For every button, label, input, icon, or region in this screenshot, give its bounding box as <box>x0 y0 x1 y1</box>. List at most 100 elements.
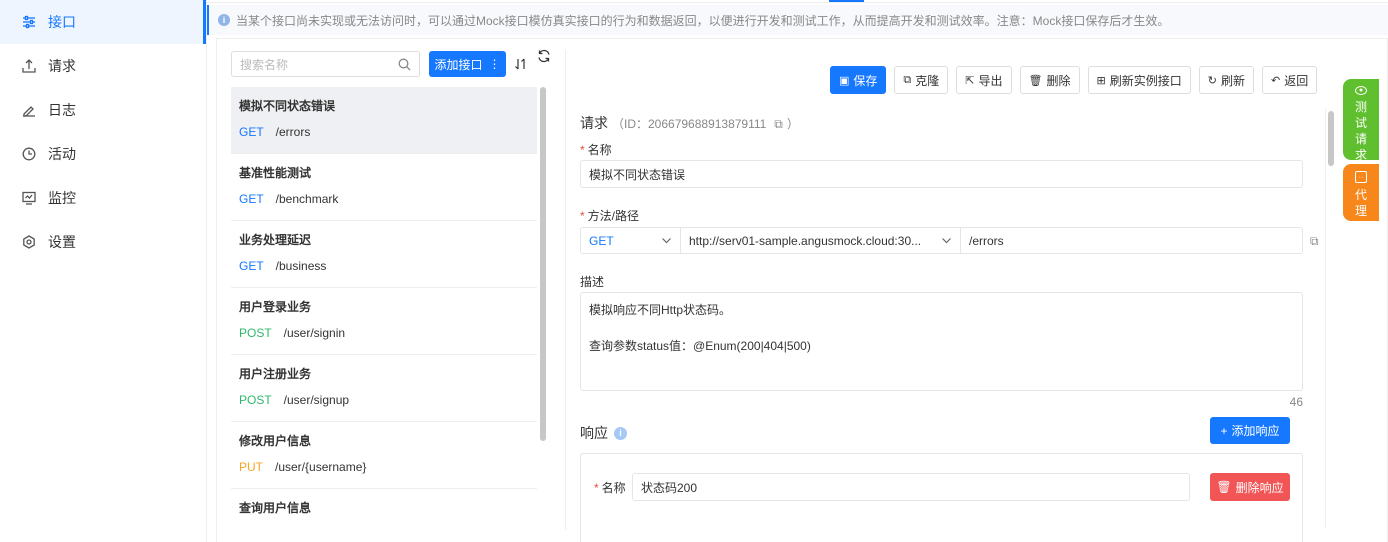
description-label: 描述 <box>580 273 604 290</box>
export-button[interactable]: ⇱ 导出 <box>956 66 1012 94</box>
sidebar-item-settings[interactable]: 设置 <box>0 220 206 264</box>
copy-icon[interactable]: ⧉ <box>774 117 783 131</box>
server-value: http://serv01-sample.angusmock.cloud:30.… <box>689 233 922 248</box>
notice-banner: i 当某个接口尚未实现或无法访问时，可以通过Mock接口模仿真实接口的行为和数据… <box>207 5 1388 35</box>
refresh-instance-button[interactable]: ⊞ 刷新实例接口 <box>1087 66 1191 94</box>
sliders-icon <box>22 15 36 29</box>
request-id-close: ） <box>786 117 799 131</box>
sort-icon[interactable] <box>514 57 528 71</box>
server-select[interactable]: http://serv01-sample.angusmock.cloud:30.… <box>681 228 961 253</box>
list-item[interactable]: 修改用户信息 PUT/user/{username} <box>231 422 537 489</box>
api-path: /business <box>275 259 327 273</box>
api-method: GET <box>239 125 264 139</box>
tab-char: 理 <box>1354 204 1367 218</box>
add-api-button[interactable]: 添加接口 ⋮ <box>429 51 506 77</box>
target-icon: ● <box>1355 86 1367 95</box>
save-button[interactable]: ▣ 保存 <box>830 66 887 94</box>
proxy-icon: ·· <box>1355 171 1367 183</box>
upload-icon <box>22 59 36 73</box>
tab-char: 请 <box>1354 132 1367 146</box>
list-item[interactable]: 模拟不同状态错误 GET/errors <box>231 87 537 154</box>
method-value: GET <box>589 233 614 248</box>
path-value: /errors <box>969 233 1004 248</box>
chevron-down-icon <box>941 235 952 246</box>
sidebar-item-log[interactable]: 日志 <box>0 88 206 132</box>
api-name: 模拟不同状态错误 <box>239 99 336 113</box>
add-api-label: 添加接口 <box>434 57 483 72</box>
api-path: /user/{username} <box>275 460 367 474</box>
sidebar-item-api[interactable]: 接口 <box>0 0 206 44</box>
trash-icon: 🗑 <box>1216 480 1232 494</box>
description-line: 查询参数status值：@Enum(200|404|500) <box>589 339 811 353</box>
refresh-list-icon[interactable] <box>537 49 551 63</box>
delete-response-button[interactable]: 🗑 删除响应 <box>1210 473 1290 501</box>
pen-icon <box>22 103 36 117</box>
response-title-text: 响应 <box>580 425 608 441</box>
list-item[interactable]: 基准性能测试 GET/benchmark <box>231 154 537 221</box>
plus-icon: + <box>1220 423 1228 438</box>
api-name: 基准性能测试 <box>239 166 312 180</box>
tab-char: 试 <box>1354 116 1367 130</box>
description-line <box>589 319 1294 337</box>
response-name-input[interactable]: 状态码200 <box>632 473 1190 501</box>
info-icon: i <box>218 14 230 26</box>
api-list: 模拟不同状态错误 GET/errors 基准性能测试 GET/benchmark… <box>231 87 537 527</box>
clone-button[interactable]: ⧉ 克隆 <box>894 66 949 94</box>
method-path-label: * 方法/路径 <box>580 209 640 223</box>
form-scroll-track <box>1325 108 1337 528</box>
copy-url-icon[interactable]: ⧉ <box>1310 234 1319 249</box>
tab-char: 测 <box>1354 100 1367 114</box>
form-scrollbar[interactable] <box>1328 111 1334 166</box>
api-name: 用户登录业务 <box>239 300 312 314</box>
name-label-text: 名称 <box>587 143 612 157</box>
toolbar: ▣ 保存 ⧉ 克隆 ⇱ 导出 🗑 删除 ⊞ 刷新实例接口 ↻ 刷新 ↶ 返回 <box>830 66 1318 94</box>
api-method: POST <box>239 393 272 407</box>
proxy-tab[interactable]: ·· 代 理 <box>1343 164 1379 221</box>
name-label: * 名称 <box>580 143 612 157</box>
tab-char: 代 <box>1354 188 1367 202</box>
back-button[interactable]: ↶ 返回 <box>1261 66 1318 94</box>
clock-icon <box>22 147 36 161</box>
api-path: /benchmark <box>275 192 339 206</box>
list-item[interactable]: 用户注册业务 POST/user/signup <box>231 355 537 422</box>
sidebar-item-label: 接口 <box>48 14 76 30</box>
api-method: GET <box>239 259 264 273</box>
tab-char: 求 <box>1354 148 1367 162</box>
sidebar-item-activity[interactable]: 活动 <box>0 132 206 176</box>
api-path: /user/signup <box>283 393 350 407</box>
clone-icon: ⧉ <box>903 73 912 86</box>
search-placeholder: 搜索名称 <box>240 57 289 72</box>
info-icon[interactable]: i <box>614 426 627 440</box>
search-icon <box>398 58 411 71</box>
sidebar-item-request[interactable]: 请求 <box>0 44 206 88</box>
char-counter: 46 <box>1289 395 1303 409</box>
name-input[interactable]: 模拟不同状态错误 <box>580 160 1303 188</box>
response-title: 响应 i <box>580 423 627 443</box>
top-divider <box>207 2 1388 3</box>
method-select[interactable]: GET <box>581 228 681 253</box>
path-input[interactable]: /errors <box>961 234 1012 248</box>
request-title: 请求 （ID：206679688913879111 ⧉） <box>580 113 799 133</box>
api-method: GET <box>239 192 264 206</box>
list-item[interactable]: 查询用户信息 <box>231 489 537 527</box>
sidebar-item-label: 请求 <box>48 58 76 74</box>
notice-text: 当某个接口尚未实现或无法访问时，可以通过Mock接口模仿真实接口的行为和数据返回… <box>236 13 1170 28</box>
add-response-button[interactable]: + 添加响应 <box>1210 417 1290 444</box>
test-request-tab[interactable]: ● 测 试 请 求 <box>1343 79 1379 162</box>
export-label: 导出 <box>978 73 1003 88</box>
search-input[interactable]: 搜索名称 <box>231 51 420 77</box>
sidebar-item-label: 监控 <box>48 190 76 206</box>
list-item[interactable]: 业务处理延迟 GET/business <box>231 221 537 288</box>
delete-button[interactable]: 🗑 删除 <box>1019 66 1080 94</box>
response-name-label: * 名称 <box>594 481 626 495</box>
sidebar-item-label: 活动 <box>48 146 76 162</box>
description-textarea[interactable]: 模拟响应不同Http状态码。 查询参数status值：@Enum(200|404… <box>580 292 1303 391</box>
list-scrollbar[interactable] <box>540 87 546 441</box>
sidebar-item-label: 设置 <box>48 234 76 250</box>
api-method: POST <box>239 326 272 340</box>
sidebar: 接口 请求 日志 活动 监控 设置 <box>0 0 207 542</box>
grid-icon: ⊞ <box>1096 74 1106 87</box>
list-item[interactable]: 用户登录业务 POST/user/signin <box>231 288 537 355</box>
sidebar-item-monitor[interactable]: 监控 <box>0 176 206 220</box>
refresh-button[interactable]: ↻ 刷新 <box>1198 66 1254 94</box>
